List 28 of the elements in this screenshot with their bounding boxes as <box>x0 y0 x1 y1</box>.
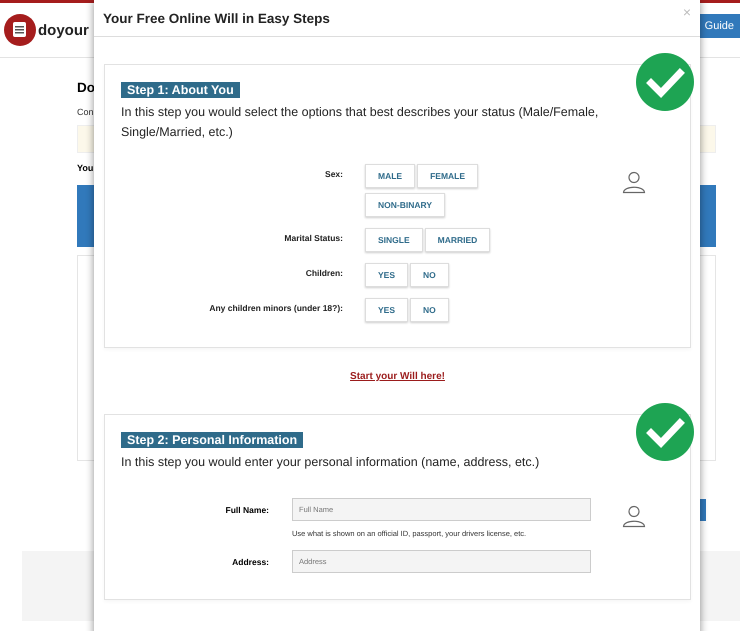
option-button[interactable]: NON-BINARY <box>365 193 445 217</box>
option-button[interactable]: FEMALE <box>417 164 478 188</box>
step-description: In this step you would enter your personal information (name, address, etc.) <box>121 454 540 471</box>
option-button[interactable]: YES <box>365 263 408 287</box>
field-label: Full Name: <box>224 505 269 517</box>
page-heading: Do <box>77 80 95 95</box>
field-label: Sex: <box>324 169 343 181</box>
field-label: Marital Status: <box>283 233 343 245</box>
option-button[interactable]: NO <box>410 263 449 287</box>
option-button[interactable]: MARRIED <box>424 228 490 252</box>
step-heading: Step 2: Personal Information <box>121 432 304 448</box>
option-button[interactable]: MALE <box>365 164 416 188</box>
modal-title: Your Free Online Will in Easy Steps <box>103 10 330 26</box>
person-icon <box>622 170 646 194</box>
start-will-link[interactable]: Start your Will here! <box>350 371 445 382</box>
intro-text: Con <box>77 107 94 117</box>
logo-icon <box>4 14 36 46</box>
section-label: You <box>77 163 94 173</box>
option-button[interactable]: SINGLE <box>365 228 423 252</box>
field-label: Children: <box>304 268 343 280</box>
person-icon <box>622 504 646 528</box>
logo-text: doyour <box>38 22 89 38</box>
field-label: Any children minors (under 18?): <box>208 303 343 315</box>
step-description: In this step you would select the options that best describes your status (Male/Female, Single/Married, etc.) <box>121 104 600 141</box>
field-label: Address: <box>231 557 269 569</box>
step-heading: Step 1: About You <box>121 82 240 98</box>
option-button[interactable]: YES <box>365 298 408 322</box>
option-button[interactable]: NO <box>410 298 449 322</box>
